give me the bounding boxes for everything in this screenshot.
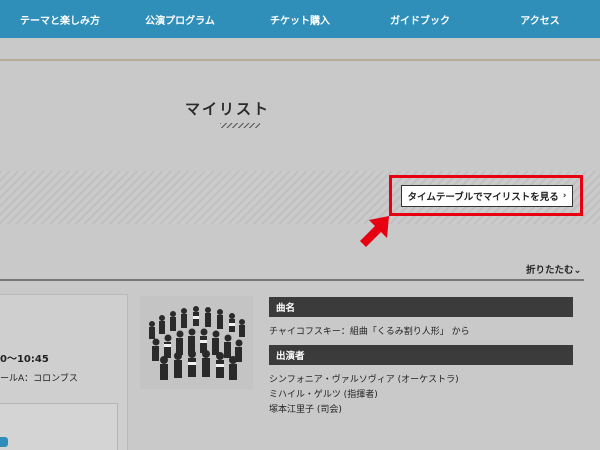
performer-item: ミハイル・ゲルツ (指揮者) — [269, 390, 378, 400]
title-decoration — [220, 123, 260, 128]
performer-item: 塚本江里子 (司会) — [269, 405, 342, 415]
song-title: チャイコフスキー：組曲「くるみ割り人形」 から — [269, 327, 470, 337]
pointer-arrow-icon — [360, 216, 389, 247]
timetable-mylist-button[interactable]: タイムテーブルでマイリストを見る › — [401, 185, 573, 207]
orchestra-photo — [140, 296, 253, 389]
program-time: 0〜10:45 — [0, 354, 49, 365]
nav-item-tickets[interactable]: チケット購入 — [240, 0, 360, 38]
section-divider — [0, 279, 584, 281]
page-title: マイリスト — [184, 100, 270, 118]
chevron-right-icon: › — [562, 191, 567, 201]
song-title-header: 曲名 — [269, 297, 573, 317]
timetable-button-label: タイムテーブルでマイリストを見る — [407, 192, 559, 203]
performers-header: 出演者 — [269, 345, 573, 365]
performer-item: シンフォニア・ヴァルソヴィア (オーケストラ) — [269, 375, 459, 385]
program-venue: ールA：コロンブス — [0, 374, 78, 384]
tag-icon[interactable] — [0, 437, 8, 447]
nav-divider — [0, 59, 600, 61]
nav-item-guidebook[interactable]: ガイドブック — [360, 0, 480, 38]
nav-item-themes[interactable]: テーマと楽しみ方 — [0, 0, 120, 38]
fold-label: 折りたたむ — [526, 265, 574, 276]
top-navigation: テーマと楽しみ方 公演プログラム チケット購入 ガイドブック アクセス — [0, 0, 600, 38]
fold-toggle[interactable]: 折りたたむ⌄ — [526, 262, 581, 276]
nav-item-program[interactable]: 公演プログラム — [120, 0, 240, 38]
program-inner-box — [0, 403, 118, 450]
chevron-down-icon: ⌄ — [573, 265, 582, 276]
nav-item-access[interactable]: アクセス — [480, 0, 600, 38]
